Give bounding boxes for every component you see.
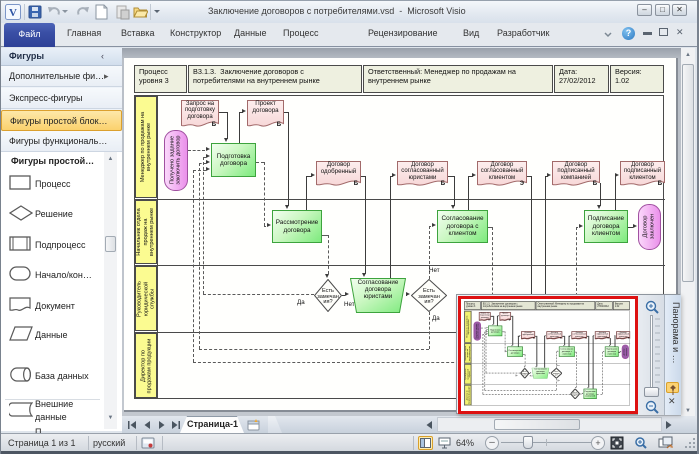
svg-text:V: V — [9, 7, 17, 19]
